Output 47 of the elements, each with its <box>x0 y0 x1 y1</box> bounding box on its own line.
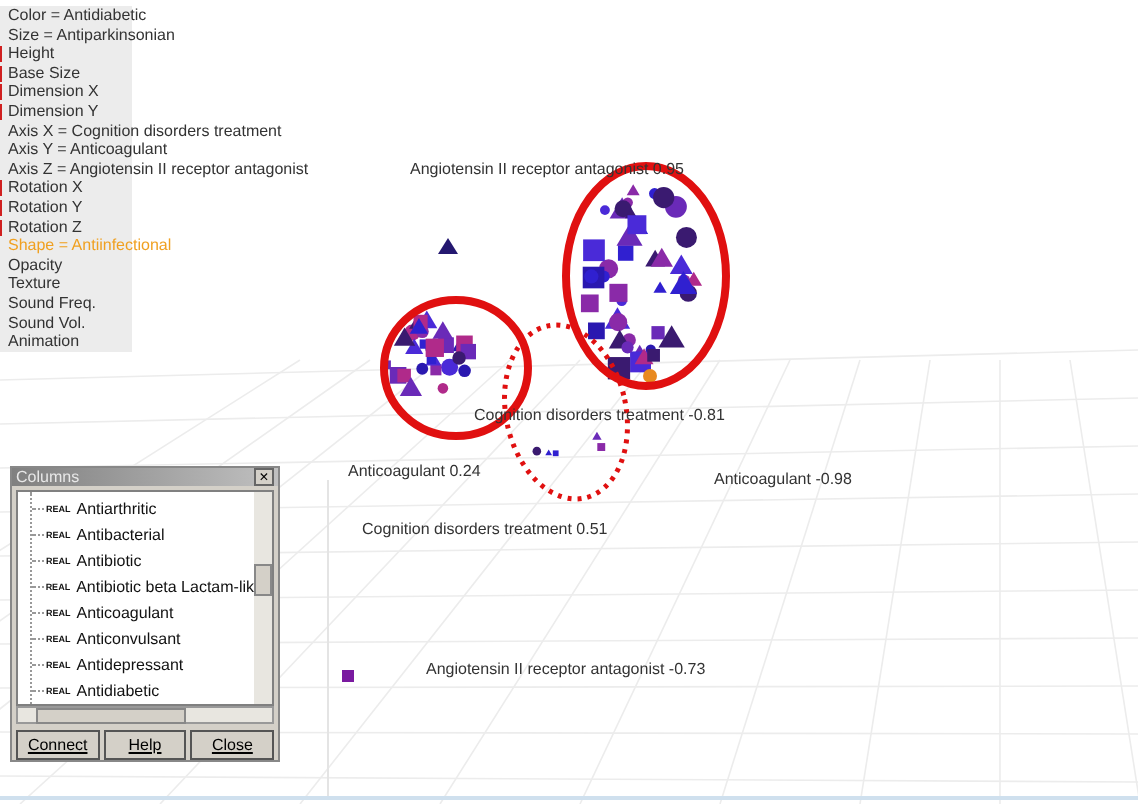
data-point <box>583 239 605 262</box>
property-item[interactable]: Animation <box>0 332 132 352</box>
axis-label: Angiotensin II receptor antagonist -0.73 <box>426 660 706 678</box>
column-name: Antidepressant <box>76 656 184 675</box>
property-item[interactable]: Sound Freq. <box>0 293 132 313</box>
data-point <box>609 313 628 332</box>
dialog-button[interactable]: Connect <box>16 730 100 760</box>
vertical-scrollbar[interactable] <box>254 492 272 705</box>
property-item[interactable]: Color = Antidiabetic <box>0 6 147 26</box>
column-name: Antiarthritic <box>76 500 157 519</box>
horizontal-scrollbar[interactable] <box>16 706 274 724</box>
property-item[interactable]: Base Size <box>0 63 132 83</box>
dialog-button[interactable]: Help <box>103 730 187 760</box>
axis-label: Anticoagulant -0.98 <box>714 470 852 488</box>
property-item[interactable]: Rotation Y <box>0 197 132 218</box>
window-title: Columns <box>16 468 80 487</box>
property-item[interactable]: Sound Vol. <box>0 313 132 333</box>
column-name: Anticoagulant <box>76 604 174 623</box>
column-name: Antidiabetic <box>76 682 160 701</box>
column-name: Antibiotic beta Lactam-lik <box>76 578 254 597</box>
data-point <box>592 431 602 440</box>
property-item[interactable]: Axis Y = Anticoagulant <box>0 140 168 160</box>
axis-label: Anticoagulant 0.24 <box>348 462 481 480</box>
dialog-button[interactable]: Close <box>190 730 275 760</box>
axis-label: Cognition disorders treatment 0.51 <box>362 520 608 538</box>
property-item[interactable]: Texture <box>0 274 132 294</box>
property-item[interactable]: Rotation X <box>0 178 132 198</box>
data-point <box>580 294 599 313</box>
property-item[interactable]: Axis Z = Angiotensin II receptor antagonist <box>0 159 309 179</box>
column-name: Anticonvulsant <box>76 630 181 649</box>
property-item[interactable]: Dimension X <box>0 82 132 102</box>
property-item[interactable]: Opacity <box>0 255 132 275</box>
data-point <box>342 670 354 682</box>
column-name: Antibacterial <box>76 526 165 545</box>
data-point <box>675 226 697 248</box>
data-point <box>650 247 673 267</box>
data-point <box>437 383 449 394</box>
data-point <box>532 446 542 456</box>
property-item[interactable]: Height <box>0 44 132 64</box>
property-item[interactable]: Rotation Z <box>0 217 132 237</box>
column-name: Antibiotic <box>76 552 142 571</box>
data-point <box>438 238 458 254</box>
data-point <box>597 443 606 451</box>
property-item[interactable]: Dimension Y <box>0 101 132 122</box>
property-item[interactable]: Size = Antiparkinsonian <box>0 25 175 45</box>
property-item[interactable]: Axis X = Cognition disorders treatment <box>0 121 282 141</box>
close-button[interactable]: × <box>254 468 274 487</box>
